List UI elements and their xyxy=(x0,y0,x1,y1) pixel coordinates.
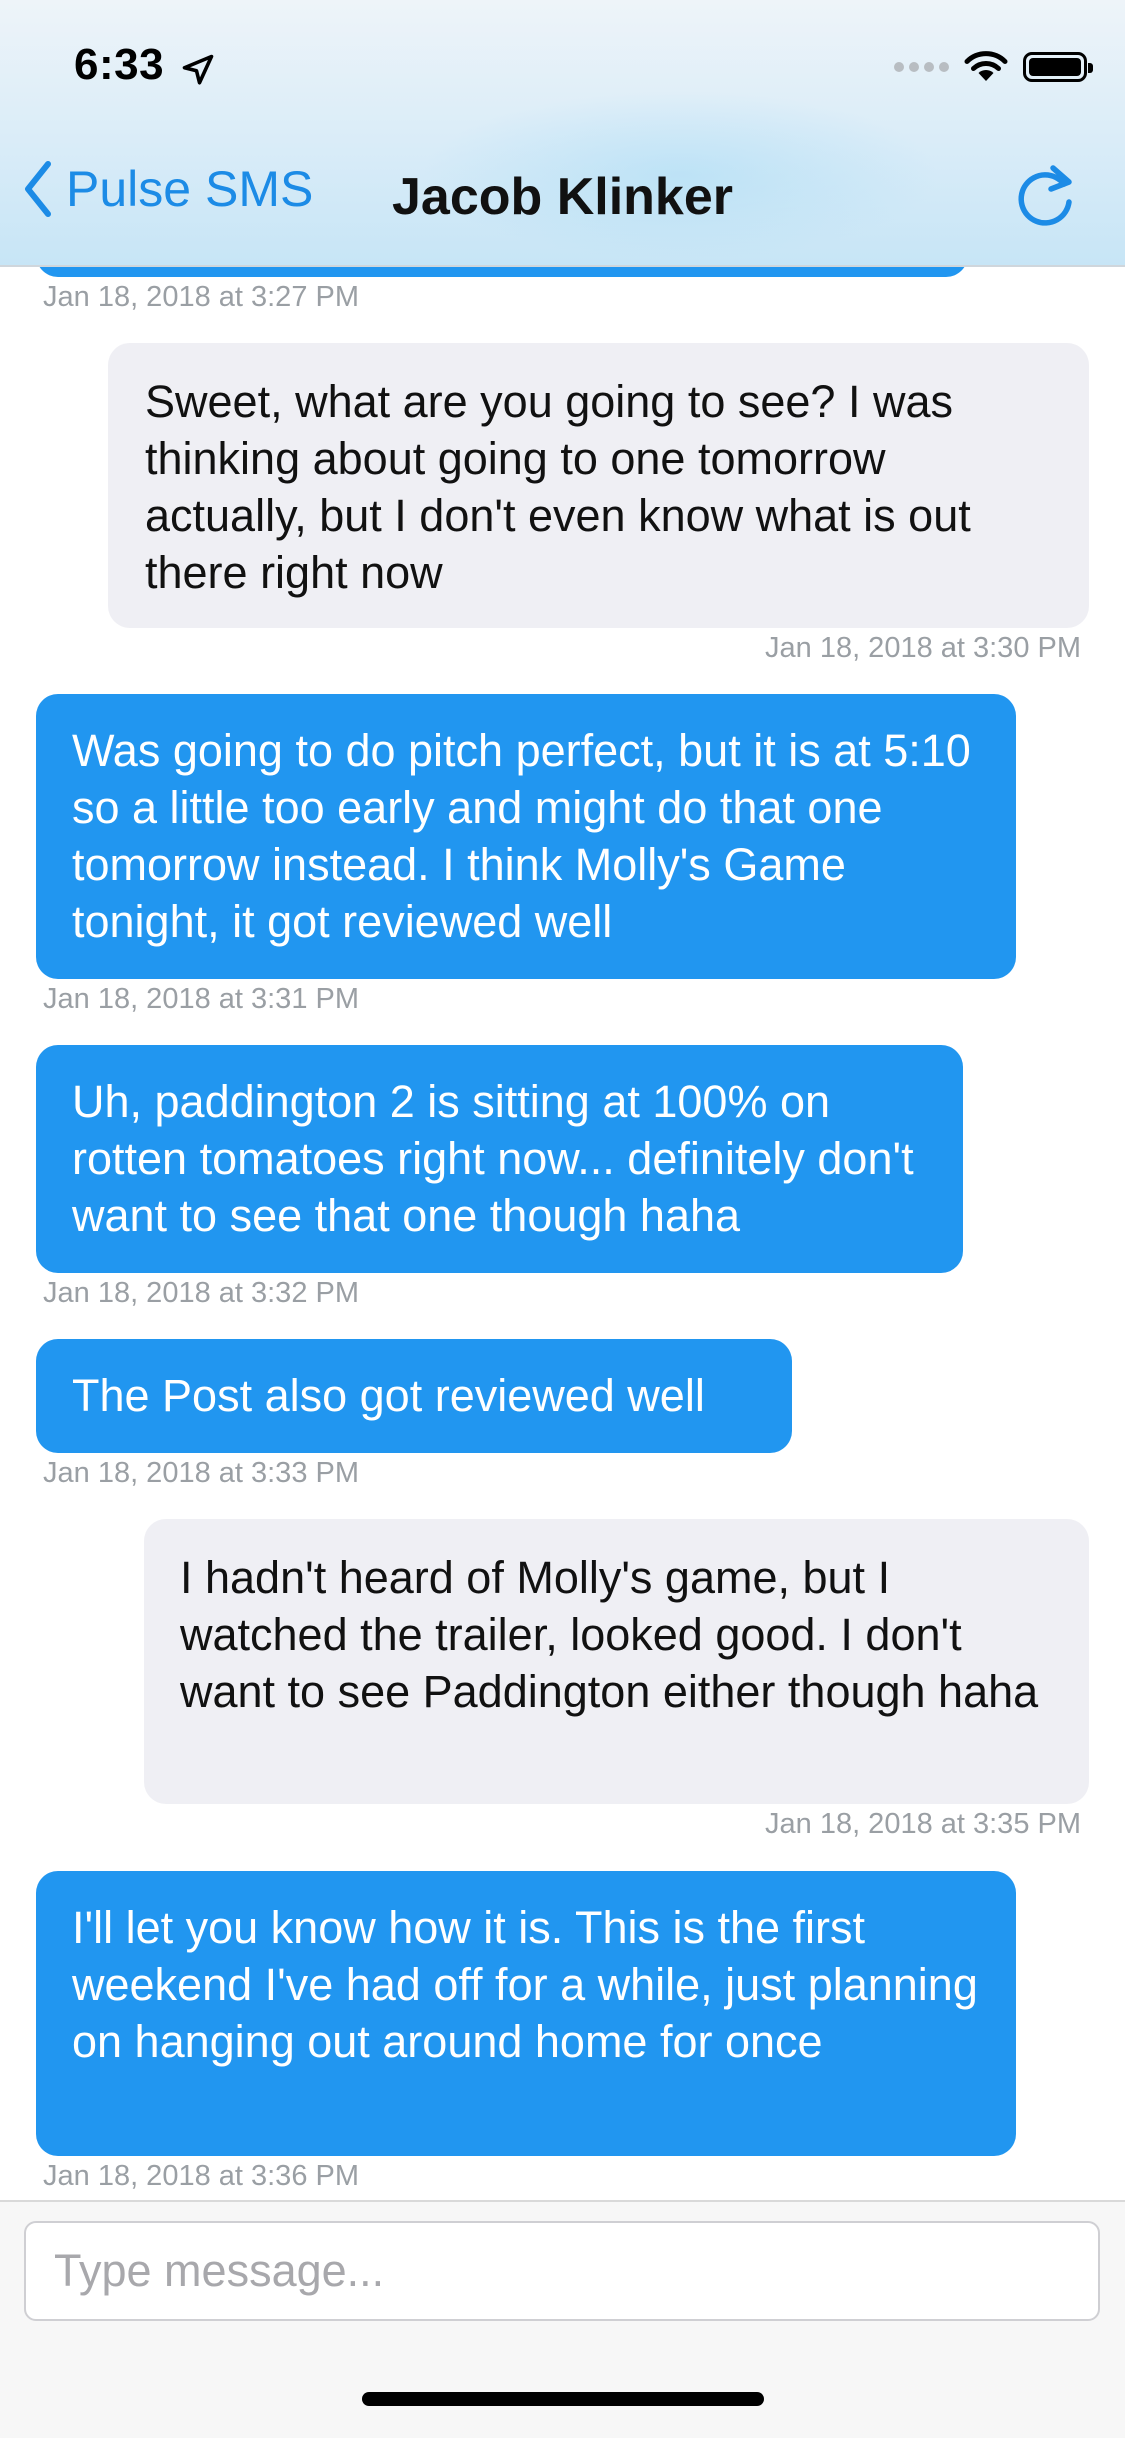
message-timestamp: Jan 18, 2018 at 3:30 PM xyxy=(765,632,1081,664)
message-bubble-outgoing[interactable]: Sweet, what are you going to see? I was … xyxy=(108,343,1089,628)
home-indicator[interactable] xyxy=(362,2392,764,2406)
status-time: 6:33 xyxy=(74,40,165,89)
message-list[interactable]: Jan 18, 2018 at 3:27 PM Sweet, what are … xyxy=(0,0,1125,2200)
message-timestamp: Jan 18, 2018 at 3:35 PM xyxy=(765,1808,1081,1840)
refresh-icon[interactable] xyxy=(1009,160,1083,234)
message-timestamp: Jan 18, 2018 at 3:32 PM xyxy=(43,1277,359,1309)
navigation-header: 6:33 Pulse SMS Jacob Klinker xyxy=(0,0,1125,267)
message-bubble-incoming[interactable]: I'll let you know how it is. This is the… xyxy=(36,1871,1016,2156)
battery-icon xyxy=(1023,52,1093,82)
message-timestamp: Jan 18, 2018 at 3:31 PM xyxy=(43,983,359,1015)
message-timestamp: Jan 18, 2018 at 3:27 PM xyxy=(43,281,359,313)
message-bubble-incoming[interactable]: Was going to do pitch perfect, but it is… xyxy=(36,694,1016,979)
conversation-title: Jacob Klinker xyxy=(391,168,734,226)
message-bubble-outgoing[interactable]: I hadn't heard of Molly's game, but I wa… xyxy=(144,1519,1089,1804)
cellular-signal-icon xyxy=(894,62,949,72)
wifi-icon xyxy=(964,51,1008,81)
message-timestamp: Jan 18, 2018 at 3:33 PM xyxy=(43,1457,359,1489)
location-arrow-icon xyxy=(182,54,214,85)
message-timestamp: Jan 18, 2018 at 3:36 PM xyxy=(43,2160,359,2192)
message-bubble-incoming[interactable]: Uh, paddington 2 is sitting at 100% on r… xyxy=(36,1045,963,1273)
message-input[interactable] xyxy=(24,2221,1100,2321)
message-bubble-incoming[interactable]: The Post also got reviewed well xyxy=(36,1339,792,1453)
status-icons xyxy=(894,50,1093,84)
